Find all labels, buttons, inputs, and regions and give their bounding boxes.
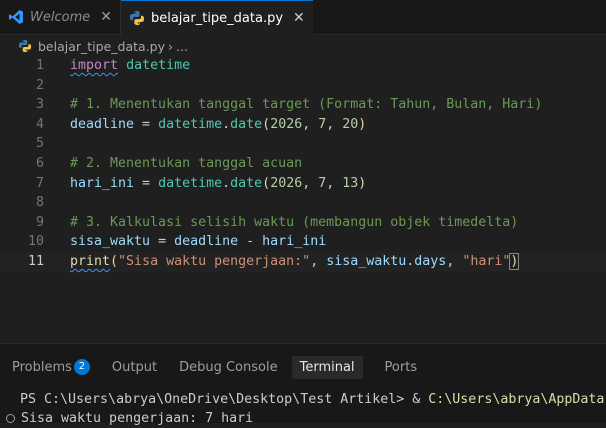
number: 13 xyxy=(342,175,359,191)
paren: ( xyxy=(262,175,271,191)
variable: deadline xyxy=(70,116,135,132)
comment: # 3. Kalkulasi selisih waktu (membangun … xyxy=(70,214,519,230)
paren: ( xyxy=(110,253,119,269)
code-line: 7 hari_ini = datetime.date(2026, 7, 13) xyxy=(0,174,606,194)
function-name: print xyxy=(70,253,111,269)
problems-count-badge: 2 xyxy=(73,359,90,375)
paren: ) xyxy=(509,252,520,270)
code-editor[interactable]: 1 import datetime 2 3 # 1. Menentukan ta… xyxy=(0,56,606,336)
code-line: 4 deadline = datetime.date(2026, 7, 20) xyxy=(0,115,606,135)
variable: hari_ini xyxy=(262,234,327,250)
close-icon[interactable]: ✕ xyxy=(293,10,305,26)
line-number: 7 xyxy=(35,175,44,191)
chevron-right-icon: › xyxy=(168,38,173,54)
terminal[interactable]: PS C:\Users\abrya\OneDrive\Desktop\Test … xyxy=(0,390,606,409)
module-name: datetime xyxy=(158,175,223,191)
operator: = xyxy=(150,234,175,250)
paren: ) xyxy=(358,116,367,132)
module-name: datetime xyxy=(126,58,191,73)
code-line: 2 xyxy=(0,76,606,96)
code-line: 10 sisa_waktu = deadline - hari_ini xyxy=(0,232,606,252)
panel-tabs: Problems 2 Output Debug Console Terminal … xyxy=(0,344,606,390)
string: "hari" xyxy=(462,253,511,269)
variable: sisa_waktu xyxy=(326,253,407,269)
terminal-command: C:\Users\abrya\AppData xyxy=(428,392,605,407)
breadcrumb: belajar_tipe_data.py › ... xyxy=(0,35,606,57)
variable: hari_ini xyxy=(70,175,135,191)
tab-label: belajar_tipe_data.py xyxy=(150,10,284,26)
line-number: 8 xyxy=(35,195,44,211)
string: "Sisa waktu pengerjaan:" xyxy=(118,253,311,269)
function-name: date xyxy=(230,116,263,132)
keyword: import xyxy=(70,58,119,73)
editor-tab-bar: Welcome ✕ belajar_tipe_data.py ✕ xyxy=(0,0,606,35)
paren: ( xyxy=(262,116,271,132)
tab-label: Welcome xyxy=(30,9,91,25)
operator: , xyxy=(326,175,343,191)
line-number: 10 xyxy=(27,234,44,250)
number: 2026 xyxy=(270,175,303,191)
code-line: 1 import datetime xyxy=(0,56,606,76)
python-icon xyxy=(129,11,144,25)
module-name: datetime xyxy=(158,116,223,132)
operator: - xyxy=(238,234,263,250)
operator: , xyxy=(326,116,343,132)
python-icon xyxy=(18,39,32,53)
operator: , xyxy=(446,253,463,269)
line-number: 9 xyxy=(35,214,44,230)
tab-problems[interactable]: Problems 2 xyxy=(12,359,90,375)
line-number: 5 xyxy=(35,136,44,152)
breadcrumb-file[interactable]: belajar_tipe_data.py xyxy=(38,39,165,54)
attribute: days xyxy=(414,253,447,269)
operator: . xyxy=(222,175,231,191)
operator: , xyxy=(302,116,319,132)
line-number: 4 xyxy=(35,116,44,132)
code-line: 9 # 3. Kalkulasi selisih waktu (membangu… xyxy=(0,213,606,233)
comment: # 1. Menentukan tanggal target (Format: … xyxy=(70,97,543,113)
tab-belajar-tipe-data[interactable]: belajar_tipe_data.py ✕ xyxy=(120,0,313,35)
paren: ) xyxy=(358,175,367,191)
code-line-current: 11 print("Sisa waktu pengerjaan:", sisa_… xyxy=(0,251,606,272)
function-name: date xyxy=(230,175,263,191)
code-line: 8 xyxy=(0,193,606,213)
line-number: 6 xyxy=(35,155,44,171)
vscode-icon xyxy=(9,10,23,24)
breadcrumb-more[interactable]: ... xyxy=(176,39,188,54)
line-number: 3 xyxy=(35,97,44,113)
comment: # 2. Menentukan tanggal acuan xyxy=(70,155,303,171)
code-line: 5 xyxy=(0,134,606,154)
tab-ports[interactable]: Ports xyxy=(385,360,418,375)
operator: = xyxy=(134,116,159,132)
tab-output[interactable]: Output xyxy=(112,360,157,375)
code-line: 6 # 2. Menentukan tanggal acuan xyxy=(0,154,606,174)
variable: sisa_waktu xyxy=(70,234,151,250)
close-icon[interactable]: ✕ xyxy=(100,9,112,25)
number: 2026 xyxy=(270,116,303,132)
code-line: 3 # 1. Menentukan tanggal target (Format… xyxy=(0,95,606,115)
tab-label: Problems xyxy=(12,359,72,375)
operator: . xyxy=(222,116,231,132)
tab-debug-console[interactable]: Debug Console xyxy=(179,360,278,375)
operator: , xyxy=(302,175,319,191)
line-number: 1 xyxy=(35,58,44,73)
terminal-output-line: Sisa waktu pengerjaan: 7 hari xyxy=(0,409,606,428)
tab-terminal[interactable]: Terminal xyxy=(291,355,363,379)
operator: = xyxy=(134,175,159,191)
terminal-output: Sisa waktu pengerjaan: 7 hari xyxy=(21,411,254,426)
operator: , xyxy=(310,253,327,269)
number: 20 xyxy=(342,116,359,132)
line-number: 11 xyxy=(27,253,44,269)
terminal-prompt: PS C:\Users\abrya\OneDrive\Desktop\Test … xyxy=(20,392,429,407)
variable: deadline xyxy=(174,234,239,250)
line-number: 2 xyxy=(35,77,44,93)
bottom-panel: Problems 2 Output Debug Console Terminal … xyxy=(0,343,606,426)
tab-welcome[interactable]: Welcome ✕ xyxy=(0,0,121,34)
